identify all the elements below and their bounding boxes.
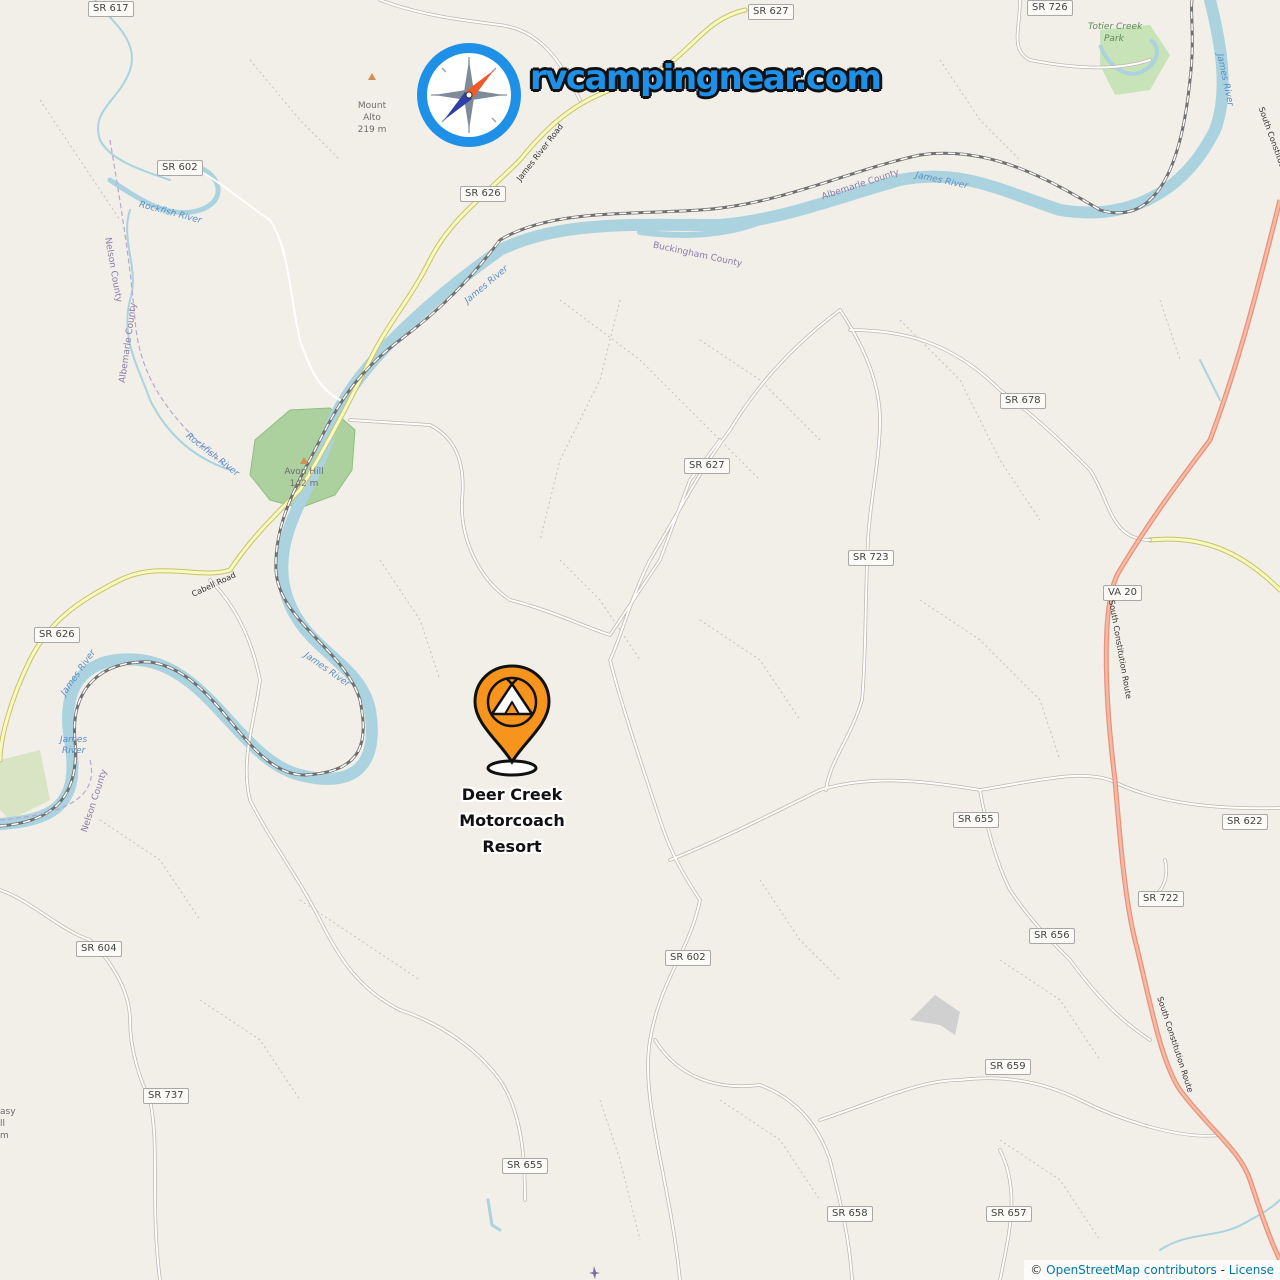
- road-shield: SR 627: [748, 4, 794, 20]
- map-attribution: © OpenStreetMap contributors - License: [1024, 1260, 1280, 1280]
- road-shield: SR 622: [1222, 814, 1268, 830]
- attribution-separator: -: [1220, 1263, 1225, 1277]
- peak-name: Avon Hill: [284, 467, 324, 477]
- road-shield: SR 737: [143, 1088, 189, 1104]
- secondary-roads: [0, 8, 1280, 762]
- river-label: River: [62, 746, 86, 756]
- railway: [0, 0, 1194, 828]
- secondary-roads-casing: [0, 7, 1280, 763]
- campground-pin-icon[interactable]: [470, 662, 554, 778]
- road-shield: SR 656: [1029, 928, 1075, 944]
- road-shield: SR 626: [34, 627, 80, 643]
- road-shield: SR 722: [1138, 891, 1184, 907]
- road-shield: SR 626: [460, 186, 506, 202]
- airport-icon: [589, 1266, 600, 1279]
- gray-area: [910, 995, 960, 1035]
- peak-name: Alto: [363, 113, 381, 123]
- compass-icon: [417, 43, 521, 147]
- peak-label: Mount Alto 219 m: [350, 100, 394, 136]
- road-shield: SR 726: [1027, 0, 1073, 16]
- map-view[interactable]: SR 617 SR 627 SR 726 SR 602 SR 626 SR 67…: [0, 0, 1280, 1280]
- road-shield: SR 659: [985, 1059, 1031, 1075]
- road-shield: SR 723: [848, 550, 894, 566]
- va20-route: [1105, 199, 1280, 1261]
- road-shield: SR 627: [684, 458, 730, 474]
- peak-elevation: 219 m: [357, 125, 387, 135]
- park-label: Totier Creek: [1088, 22, 1143, 32]
- osm-attribution-link[interactable]: OpenStreetMap contributors: [1046, 1263, 1217, 1277]
- road-shield: SR 655: [953, 812, 999, 828]
- peak-elevation: m: [0, 1131, 9, 1141]
- tertiary-roads: [0, 0, 1280, 1280]
- license-link[interactable]: License: [1229, 1263, 1274, 1277]
- peak-label: asy ll m: [0, 1106, 16, 1142]
- tertiary-roads-casing: [0, 0, 1280, 1280]
- park-label: Park: [1104, 34, 1124, 44]
- road-shield: VA 20: [1103, 585, 1142, 601]
- va20-route-casing: [1103, 199, 1280, 1262]
- road-shield: SR 658: [827, 1206, 873, 1222]
- road-shield: SR 655: [502, 1158, 548, 1174]
- road-shield: SR 602: [665, 950, 711, 966]
- peak-icon: [368, 73, 376, 80]
- road-shield: SR 617: [88, 1, 134, 17]
- peak-name: asy: [0, 1107, 16, 1117]
- peak-name: Mount: [357, 101, 387, 111]
- map-base-layer: [0, 0, 1280, 1280]
- county-boundary: [0, 139, 231, 821]
- peak-name: ll: [0, 1119, 6, 1129]
- campground-label[interactable]: Deer Creek Motorcoach Resort: [444, 782, 580, 860]
- road-shield: SR 602: [157, 160, 203, 176]
- peak-label: Avon Hill 142 m: [276, 466, 332, 490]
- road-shield: SR 657: [986, 1206, 1032, 1222]
- copyright-symbol: ©: [1030, 1263, 1043, 1277]
- river-label: James: [60, 735, 88, 745]
- road-shield: SR 604: [76, 941, 122, 957]
- road-shield: SR 678: [1000, 393, 1046, 409]
- brand-name: rvcampingnear.com: [530, 58, 882, 98]
- james-river: [0, 0, 1280, 1251]
- peak-elevation: 142 m: [289, 479, 319, 489]
